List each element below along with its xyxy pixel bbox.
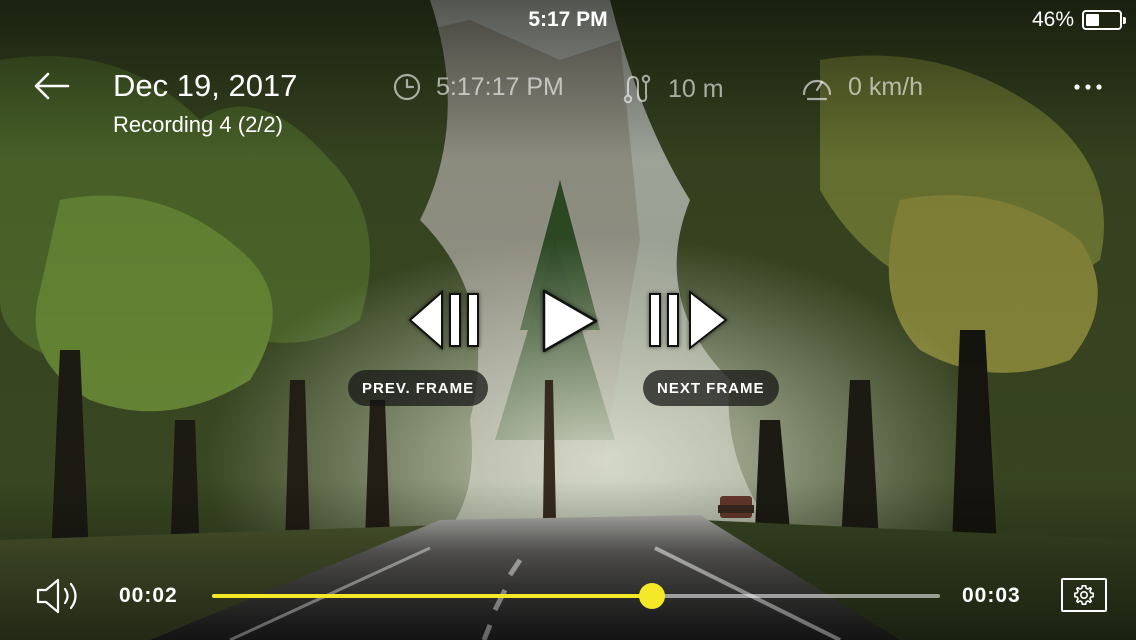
recording-date: Dec 19, 2017 bbox=[113, 68, 298, 103]
seek-bar-thumb[interactable] bbox=[639, 583, 666, 609]
battery-indicator: 46% bbox=[1031, 8, 1126, 32]
status-time: 5:17 PM bbox=[528, 8, 608, 31]
clock-icon bbox=[393, 73, 421, 101]
step-forward-icon bbox=[649, 289, 728, 351]
next-frame-label[interactable]: NEXT FRAME bbox=[643, 370, 779, 406]
speedometer-icon bbox=[802, 79, 832, 101]
more-options-button[interactable] bbox=[1070, 76, 1106, 98]
status-bar: 5:17 PM 46% bbox=[0, 0, 1136, 40]
meta-time: 5:17:17 PM bbox=[392, 72, 564, 102]
volume-icon bbox=[36, 578, 77, 614]
seek-bar[interactable] bbox=[212, 583, 940, 609]
playback-bar: 00:02 00:03 bbox=[0, 568, 1136, 624]
gear-icon bbox=[1074, 585, 1094, 605]
current-time: 00:02 bbox=[119, 584, 178, 607]
step-backward-icon bbox=[408, 289, 479, 351]
prev-frame-label[interactable]: PREV. FRAME bbox=[348, 370, 489, 406]
prev-frame-button[interactable] bbox=[400, 280, 500, 360]
battery-nub bbox=[1123, 17, 1126, 24]
recording-name: Recording 4 (2/2) bbox=[113, 112, 283, 137]
back-button[interactable] bbox=[28, 68, 78, 104]
battery-percent: 46% bbox=[1031, 8, 1074, 31]
meta-distance-value: 10 m bbox=[668, 74, 724, 103]
player-header: Dec 19, 2017 Recording 4 (2/2) 5:17:17 P… bbox=[0, 56, 1136, 146]
more-horizontal-icon bbox=[1074, 84, 1102, 90]
meta-distance: 10 m bbox=[620, 72, 724, 106]
arrow-left-icon bbox=[34, 72, 70, 100]
seek-bar-progress bbox=[212, 594, 653, 598]
settings-button[interactable] bbox=[1061, 578, 1107, 612]
meta-speed-value: 0 km/h bbox=[848, 72, 924, 101]
meta-speed: 0 km/h bbox=[800, 72, 923, 102]
volume-button[interactable] bbox=[34, 575, 86, 617]
battery-icon bbox=[1082, 10, 1126, 30]
battery-level bbox=[1086, 14, 1099, 26]
route-icon bbox=[623, 74, 651, 104]
play-button[interactable] bbox=[530, 283, 606, 359]
next-frame-button[interactable] bbox=[634, 280, 738, 360]
duration-time: 00:03 bbox=[962, 584, 1021, 607]
play-icon bbox=[542, 289, 598, 353]
meta-time-value: 5:17:17 PM bbox=[436, 72, 564, 101]
